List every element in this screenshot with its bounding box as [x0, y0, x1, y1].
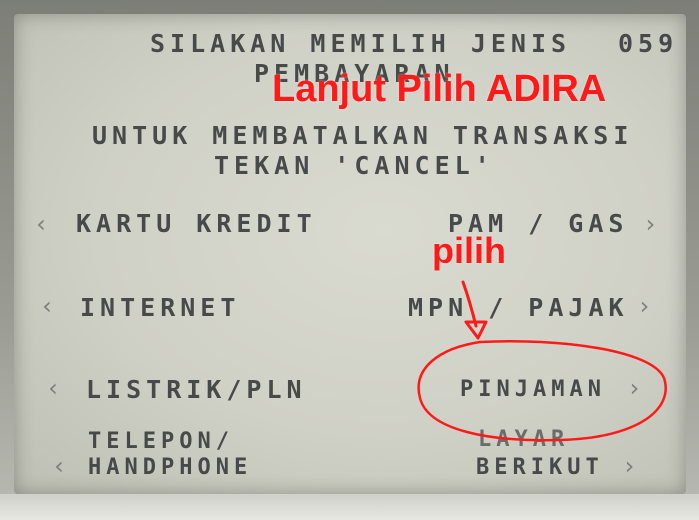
annotation-title: Lanjut Pilih ADIRA — [272, 68, 607, 110]
highlight-circle-icon — [417, 340, 667, 442]
annotation-pilih: pilih — [432, 230, 506, 271]
pointer-arrow-icon — [461, 280, 478, 328]
